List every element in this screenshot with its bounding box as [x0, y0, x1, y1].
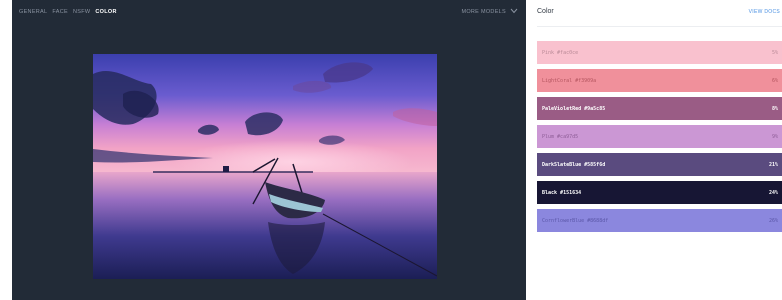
color-row: LightCoral #f3909a 6% — [537, 69, 782, 92]
sunset-boat-photo — [93, 54, 437, 279]
color-results-panel: Color VIEW DOCS Pink #fac0ce 5% LightCoral… — [537, 0, 782, 300]
color-name: CornflowerBlue #8688df — [542, 217, 609, 224]
more-models-label: MORE MODELS — [461, 9, 506, 15]
color-percent: 6% — [771, 77, 778, 84]
tab-nsfw[interactable]: NSFW — [73, 9, 90, 15]
color-percent: 5% — [771, 49, 778, 56]
more-models-dropdown[interactable]: MORE MODELS — [461, 8, 518, 16]
color-row: DarkSlateBlue #585f6d 21% — [537, 153, 782, 176]
color-list: Pink #fac0ce 5% LightCoral #f3909a 6% PaleVi… — [537, 41, 782, 237]
model-tabs: GENERAL FACE NSFW COLOR — [19, 9, 117, 15]
color-row: CornflowerBlue #8688df 26% — [537, 209, 782, 232]
color-name: PaleVioletRed #9a5c85 — [542, 105, 606, 112]
color-name: Black #151634 — [542, 189, 582, 196]
tab-face[interactable]: FACE — [52, 9, 68, 15]
color-row: Pink #fac0ce 5% — [537, 41, 782, 64]
color-percent: 26% — [768, 217, 778, 224]
tab-color[interactable]: COLOR — [95, 9, 116, 15]
color-percent: 9% — [771, 133, 778, 140]
tab-general[interactable]: GENERAL — [19, 9, 47, 15]
image-preview-panel: GENERAL FACE NSFW COLOR MORE MODELS — [12, 0, 526, 300]
color-percent: 24% — [768, 189, 778, 196]
color-row: Black #151634 24% — [537, 181, 782, 204]
color-name: Pink #fac0ce — [542, 49, 579, 56]
panel-title: Color — [537, 8, 554, 15]
analyzed-photo — [93, 54, 437, 279]
color-percent: 21% — [768, 161, 778, 168]
color-name: Plum #ca97d5 — [542, 133, 579, 140]
color-name: DarkSlateBlue #585f6d — [542, 161, 606, 168]
panel-header: Color VIEW DOCS — [537, 0, 782, 27]
color-name: LightCoral #f3909a — [542, 77, 597, 84]
color-row: PaleVioletRed #9a5c85 8% — [537, 97, 782, 120]
view-docs-link[interactable]: VIEW DOCS — [749, 9, 780, 15]
color-row: Plum #ca97d5 9% — [537, 125, 782, 148]
chevron-down-icon — [510, 8, 518, 16]
color-percent: 8% — [771, 105, 778, 112]
